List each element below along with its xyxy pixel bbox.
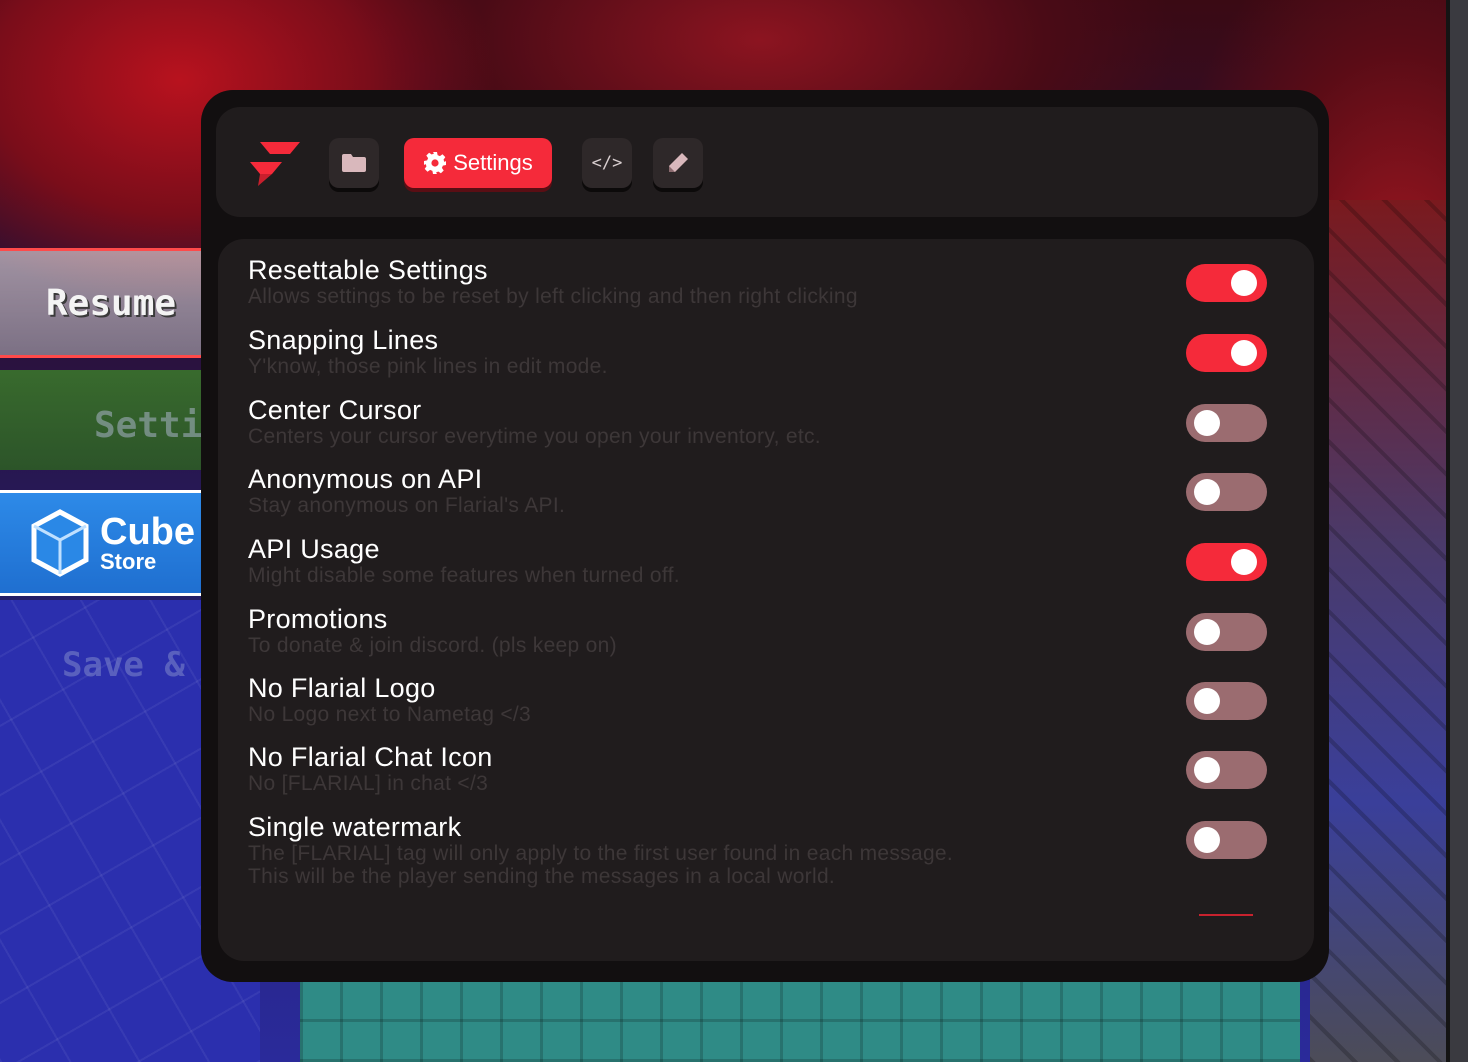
toggle-knob xyxy=(1194,827,1220,853)
setting-description: Y'know, those pink lines in edit mode. xyxy=(248,355,608,378)
settings-list[interactable]: Resettable Settings Allows settings to be… xyxy=(218,239,1314,961)
tab-edit-mode[interactable] xyxy=(653,138,703,188)
window-edge xyxy=(1446,0,1468,1062)
setting-description: No [FLARIAL] in chat </3 xyxy=(248,772,489,795)
folder-icon xyxy=(342,154,366,172)
setting-toggle[interactable] xyxy=(1186,404,1267,442)
save-button[interactable]: Save & xyxy=(0,640,206,690)
setting-row: No Flarial Logo No Logo next to Nametag <… xyxy=(248,673,1288,726)
resume-button[interactable]: Resume xyxy=(0,248,206,358)
cube-store-name: Cube xyxy=(100,511,195,553)
setting-title: No Flarial Chat Icon xyxy=(248,742,493,772)
toggle-knob xyxy=(1194,688,1220,714)
toggle-knob xyxy=(1194,479,1220,505)
toggle-knob xyxy=(1231,549,1257,575)
setting-description: To donate & join discord. (pls keep on) xyxy=(248,634,617,657)
setting-row: Center Cursor Centers your cursor everyti… xyxy=(248,395,1288,448)
setting-toggle[interactable] xyxy=(1186,613,1267,651)
setting-row: Promotions To donate & join discord. (pls… xyxy=(248,604,1288,657)
setting-title: Snapping Lines xyxy=(248,325,439,355)
setting-row: API Usage Might disable some features whe… xyxy=(248,534,1288,587)
setting-title: API Usage xyxy=(248,534,380,564)
toggle-knob xyxy=(1231,340,1257,366)
setting-description: Centers your cursor everytime you open y… xyxy=(248,425,821,448)
setting-description: Stay anonymous on Flarial's API. xyxy=(248,494,566,517)
setting-row: Snapping Lines Y'know, those pink lines i… xyxy=(248,325,1288,378)
gear-icon xyxy=(424,152,447,174)
setting-row: Anonymous on API Stay anonymous on Flaria… xyxy=(248,464,1288,517)
setting-row: Single watermark The [FLARIAL] tag will o… xyxy=(248,812,1288,888)
setting-toggle[interactable] xyxy=(1186,543,1267,581)
setting-row: No Flarial Chat Icon No [FLARIAL] in chat… xyxy=(248,742,1288,795)
tab-settings[interactable]: Settings xyxy=(404,138,552,188)
panel-topbar xyxy=(216,107,1318,217)
cube-icon xyxy=(31,509,89,577)
setting-toggle[interactable] xyxy=(1186,264,1267,302)
right-wall xyxy=(1310,200,1468,1062)
pause-settings-button[interactable]: Settin xyxy=(0,380,224,470)
setting-row: Resettable Settings Allows settings to be… xyxy=(248,255,1288,308)
cube-store-sub: Store xyxy=(100,549,157,574)
setting-description: The [FLARIAL] tag will only apply to the… xyxy=(248,842,954,888)
setting-toggle[interactable] xyxy=(1186,821,1267,859)
setting-title: Promotions xyxy=(248,604,388,634)
setting-toggle[interactable] xyxy=(1186,473,1267,511)
setting-title: No Flarial Logo xyxy=(248,673,436,703)
setting-title: Resettable Settings xyxy=(248,255,488,285)
setting-title: Center Cursor xyxy=(248,395,422,425)
setting-toggle[interactable] xyxy=(1186,334,1267,372)
setting-title: Anonymous on API xyxy=(248,464,483,494)
tab-modules[interactable] xyxy=(329,138,379,188)
scroll-indicator[interactable] xyxy=(1199,914,1253,916)
cube-store-button[interactable]: Cube Store xyxy=(0,490,206,596)
setting-title: Single watermark xyxy=(248,812,462,842)
code-icon: </> xyxy=(591,153,623,173)
toggle-knob xyxy=(1231,270,1257,296)
toggle-knob xyxy=(1194,410,1220,436)
pencil-icon xyxy=(669,153,688,172)
setting-description: Allows settings to be reset by left clic… xyxy=(248,285,858,308)
setting-toggle[interactable] xyxy=(1186,751,1267,789)
flarial-logo-icon xyxy=(250,142,300,186)
toggle-knob xyxy=(1194,619,1220,645)
setting-description: Might disable some features when turned … xyxy=(248,564,680,587)
tab-scripting[interactable]: </> xyxy=(582,138,632,188)
toggle-knob xyxy=(1194,757,1220,783)
setting-toggle[interactable] xyxy=(1186,682,1267,720)
setting-description: No Logo next to Nametag </3 xyxy=(248,703,532,726)
tab-settings-label: Settings xyxy=(453,150,533,175)
